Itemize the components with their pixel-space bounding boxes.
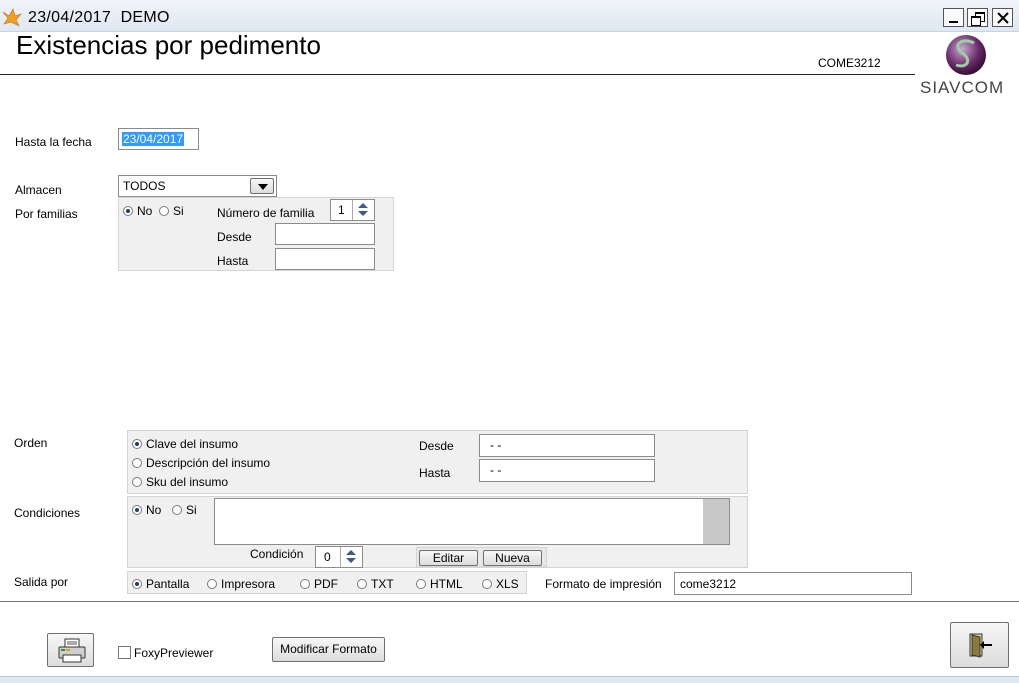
restore-button[interactable] (967, 8, 988, 27)
formato-input[interactable]: come3212 (674, 572, 912, 595)
footer-divider (0, 601, 1019, 602)
numero-familia-label: Número de familia (217, 206, 314, 220)
familias-radio-no[interactable]: No (123, 204, 152, 218)
salida-radio-pantalla[interactable]: Pantalla (132, 577, 189, 591)
printer-icon (57, 638, 87, 664)
almacen-label: Almacen (15, 183, 62, 197)
arrow-down-icon[interactable] (358, 211, 368, 216)
condicion-stepper[interactable]: 0 (315, 546, 363, 568)
logo-text: SIAVCOM (920, 78, 1004, 98)
radio-selected-icon (132, 579, 142, 589)
exit-door-icon (966, 631, 994, 659)
almacen-dropdown-button[interactable] (250, 178, 274, 194)
fecha-value: 23/04/2017 (122, 132, 184, 146)
modificar-formato-button[interactable]: Modificar Formato (272, 637, 385, 662)
fox-app-icon (1, 6, 23, 28)
orden-hasta-label: Hasta (419, 466, 450, 480)
almacen-value: TODOS (123, 179, 165, 193)
salida-radio-html[interactable]: HTML (416, 577, 463, 591)
print-button[interactable] (47, 633, 94, 667)
condiciones-scrollbar[interactable] (703, 499, 729, 544)
salida-label: Salida por (14, 575, 68, 589)
orden-radio-clave[interactable]: Clave del insumo (132, 437, 238, 451)
checkbox-icon (118, 646, 131, 659)
radio-icon (159, 206, 169, 216)
orden-radio-descripcion[interactable]: Descripción del insumo (132, 456, 270, 470)
radio-icon (416, 579, 426, 589)
salida-radio-xls[interactable]: XLS (482, 577, 519, 591)
condiciones-textarea[interactable] (214, 498, 730, 545)
salida-radio-impresora[interactable]: Impresora (207, 577, 275, 591)
fecha-label: Hasta la fecha (15, 135, 92, 149)
radio-selected-icon (132, 439, 142, 449)
orden-desde-label: Desde (419, 439, 454, 453)
orden-hasta-input[interactable]: - - (479, 459, 655, 482)
orden-radio-sku[interactable]: Sku del insumo (132, 475, 228, 489)
condicion-spinner[interactable] (340, 547, 362, 567)
exit-button[interactable] (950, 622, 1009, 668)
radio-icon (132, 477, 142, 487)
familia-hasta-label: Hasta (217, 254, 248, 268)
close-icon (996, 11, 1010, 25)
radio-icon (132, 458, 142, 468)
radio-selected-icon (132, 505, 142, 515)
minimize-icon (949, 21, 958, 23)
header-divider (0, 74, 915, 75)
radio-icon (300, 579, 310, 589)
formato-label: Formato de impresión (545, 577, 662, 591)
close-button[interactable] (992, 8, 1013, 27)
condiciones-label: Condiciones (14, 506, 80, 520)
condicion-label: Condición (250, 547, 303, 561)
form-code: COME3212 (818, 56, 881, 70)
familias-label: Por familias (15, 207, 78, 221)
page-title: Existencias por pedimento (16, 30, 321, 61)
radio-icon (357, 579, 367, 589)
editar-button[interactable]: Editar (419, 550, 478, 566)
arrow-down-icon[interactable] (346, 558, 356, 563)
condiciones-radio-no[interactable]: No (132, 503, 161, 517)
radio-icon (482, 579, 492, 589)
salida-radio-pdf[interactable]: PDF (300, 577, 338, 591)
condicion-value: 0 (324, 550, 331, 564)
radio-icon (207, 579, 217, 589)
fecha-input[interactable]: 23/04/2017 (118, 128, 199, 150)
radio-selected-icon (123, 206, 133, 216)
familias-radio-si[interactable]: Si (159, 204, 184, 218)
nueva-button[interactable]: Nueva (483, 550, 542, 566)
arrow-up-icon[interactable] (346, 550, 356, 555)
arrow-up-icon[interactable] (358, 203, 368, 208)
foxy-previewer-checkbox[interactable]: FoxyPreviewer (118, 646, 213, 660)
familia-hasta-input[interactable] (275, 248, 375, 270)
window-title: 23/04/2017 DEMO (28, 9, 170, 27)
salida-radio-txt[interactable]: TXT (357, 577, 394, 591)
almacen-select[interactable]: TODOS (118, 175, 277, 197)
numero-familia-spinner[interactable] (352, 200, 374, 220)
orden-label: Orden (14, 436, 47, 450)
familia-desde-input[interactable] (275, 223, 375, 245)
familia-desde-label: Desde (217, 230, 252, 244)
condiciones-radio-si[interactable]: Si (172, 503, 197, 517)
chevron-down-icon (258, 184, 268, 190)
radio-icon (172, 505, 182, 515)
numero-familia-stepper[interactable]: 1 (330, 199, 375, 221)
minimize-button[interactable] (943, 8, 964, 27)
orden-desde-input[interactable]: - - (479, 434, 655, 457)
foxy-previewer-label: FoxyPreviewer (134, 646, 213, 660)
numero-familia-value: 1 (338, 203, 345, 217)
